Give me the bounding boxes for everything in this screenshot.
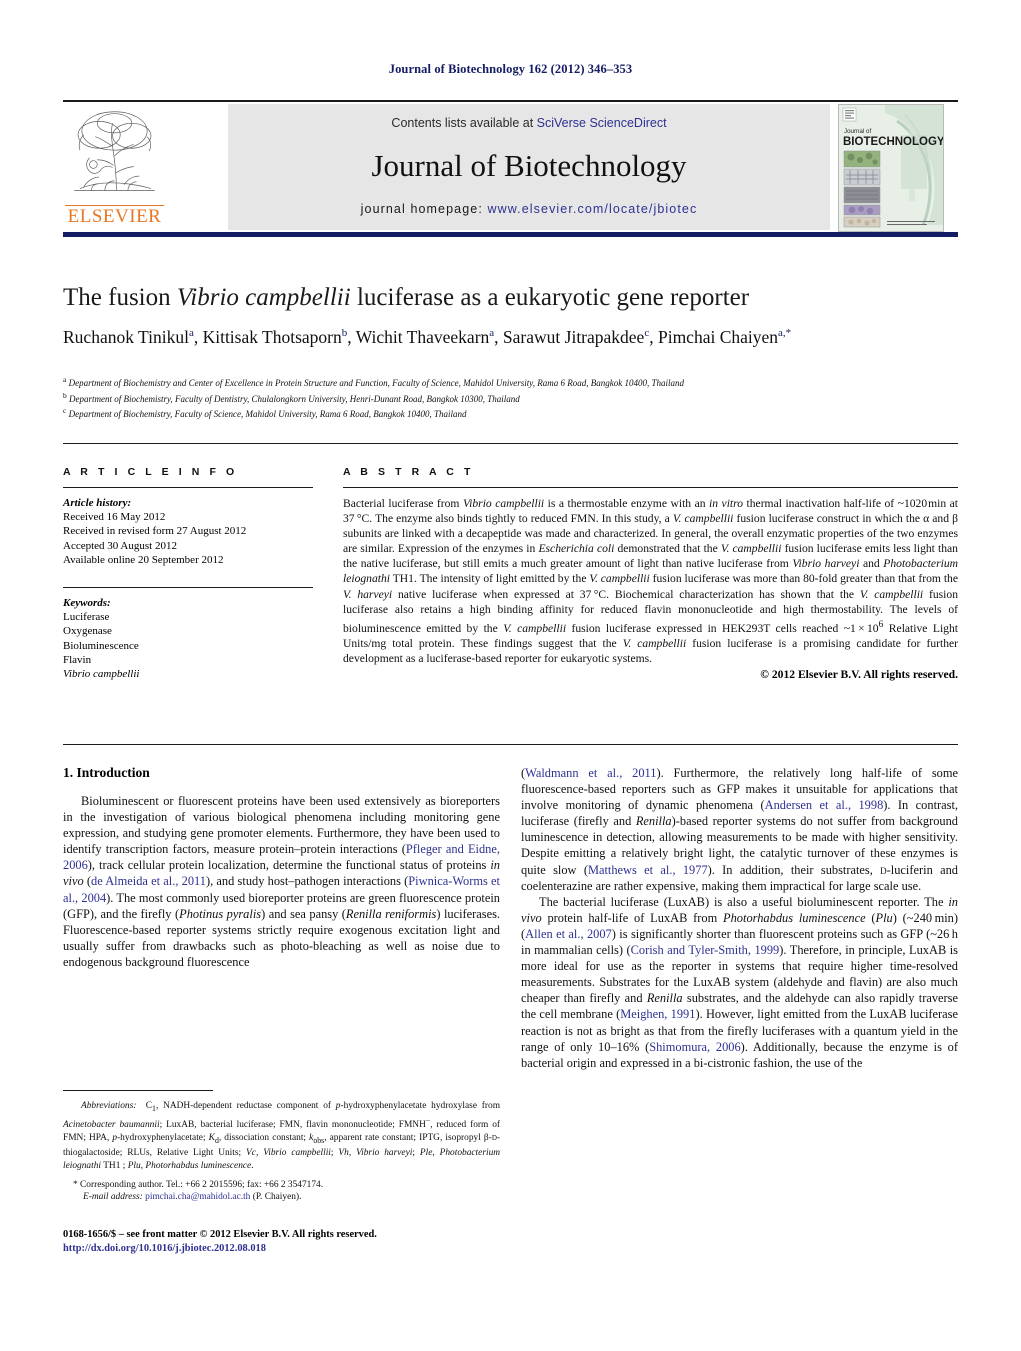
author-name: Ruchanok Tinikul [63, 326, 189, 347]
footnote-block: Abbreviations: C1, NADH-dependent reduct… [63, 1100, 500, 1204]
citation-link[interactable]: Allen et al., 2007 [525, 927, 612, 941]
author-affiliation-marker: a [188, 327, 194, 339]
title-segment-1: The fusion [63, 284, 177, 311]
corresponding-email-note: E-mail address: pimchai.cha@mahidol.ac.t… [63, 1191, 500, 1203]
affiliation-marker: c [63, 406, 67, 416]
affiliation-item: b Department of Biochemistry, Faculty of… [63, 390, 943, 406]
citation-link[interactable]: Andersen et al., 1998 [765, 798, 884, 812]
masthead-top-rule [63, 100, 958, 102]
keyword-item: Vibrio campbellii [63, 668, 140, 681]
svg-text:BIOTECHNOLOGY: BIOTECHNOLOGY [843, 136, 943, 148]
email-label: E-mail address: [83, 1192, 143, 1203]
footer-imprint: 0168-1656/$ – see front matter © 2012 El… [63, 1228, 543, 1256]
body-paragraph: The bacterial luciferase (LuxAB) is also… [521, 894, 959, 1070]
keyword-item: Oxygenase [63, 625, 112, 638]
introduction-heading: 1. Introduction [63, 765, 150, 780]
citation-link[interactable]: Matthews et al., 1977 [588, 863, 708, 877]
elsevier-tree-icon [74, 111, 155, 191]
author-name: Wichit Thaveekarn [355, 326, 490, 347]
cover-art-icon: Journal of BIOTECHNOLOGY [839, 105, 943, 231]
abbreviations-note: Abbreviations: C1, NADH-dependent reduct… [63, 1101, 501, 1171]
article-info-divider [63, 487, 313, 488]
abstract-band-top-rule [63, 443, 958, 444]
keywords-divider [63, 587, 313, 589]
article-history-label: Article history: [63, 497, 132, 509]
citation-link[interactable]: Meighen, 1991 [620, 1007, 695, 1021]
citation-link[interactable]: Shimomura, 2006 [649, 1040, 740, 1054]
sciencedirect-link[interactable]: SciVerse ScienceDirect [537, 116, 667, 130]
contents-prefix: Contents lists available at [391, 116, 537, 130]
issn-line: 0168-1656/$ – see front matter © 2012 El… [63, 1229, 377, 1240]
body-column-right: (Waldmann et al., 2011). Furthermore, th… [521, 765, 958, 1071]
contents-available-line: Contents lists available at SciVerse Sci… [228, 116, 830, 130]
author-name: Pimchai Chaiyen [657, 326, 779, 347]
history-item: Received 16 May 2012 [63, 511, 166, 524]
affiliation-text: Department of Biochemistry and Center of… [68, 378, 685, 388]
article-info-heading: A R T I C L E I N F O [63, 466, 238, 478]
footnote-separator-rule [63, 1090, 213, 1091]
abstract-text: Bacterial luciferase from Vibrio campbel… [343, 497, 959, 665]
history-item: Available online 20 September 2012 [63, 553, 224, 566]
affiliation-marker: a [63, 375, 67, 384]
journal-title: Journal of Biotechnology [371, 148, 687, 183]
keyword-item: Luciferase [63, 611, 110, 624]
page-title: The fusion Vibrio campbellii luciferase … [63, 283, 943, 313]
homepage-prefix: journal homepage: [360, 202, 488, 216]
citation-link[interactable]: de Almeida et al., 2011 [91, 874, 206, 888]
email-owner: (P. Chaiyen). [252, 1192, 302, 1203]
article-history-block: Article history: Received 16 May 2012 Re… [63, 496, 313, 567]
contents-banner: Contents lists available at SciVerse Sci… [228, 104, 830, 230]
journal-homepage-line: journal homepage: www.elsevier.com/locat… [228, 202, 830, 216]
affiliation-list: a Department of Biochemistry and Center … [63, 374, 943, 421]
author-name: Kittisak Thotsaporn [202, 326, 342, 347]
homepage-url-link[interactable]: www.elsevier.com/locate/jbiotec [487, 202, 697, 216]
abbreviations-label: Abbreviations: [81, 1101, 137, 1111]
article-info-column: A R T I C L E I N F O Article history: R… [63, 466, 313, 681]
keywords-label: Keywords: [63, 597, 111, 610]
author-affiliation-marker: c [644, 327, 650, 339]
journal-cover-thumbnail: Journal of BIOTECHNOLOGY [838, 104, 944, 232]
affiliation-item: c Department of Biochemistry, Faculty of… [63, 405, 943, 421]
history-item: Accepted 30 August 2012 [63, 539, 177, 552]
title-species-name: Vibrio campbellii [176, 284, 351, 311]
affiliation-marker: b [63, 390, 67, 400]
history-item: Received in revised form 27 August 2012 [63, 525, 247, 538]
keyword-item: Bioluminescence [63, 639, 139, 652]
elsevier-wordmark: ELSEVIER [67, 206, 162, 227]
citation-link[interactable]: Corish and Tyler-Smith, 1999 [631, 943, 780, 957]
citation-link[interactable]: Pfleger and Eidne, 2006 [63, 842, 500, 872]
affiliation-item: a Department of Biochemistry and Center … [63, 374, 943, 390]
running-head: Journal of Biotechnology 162 (2012) 346–… [388, 62, 633, 76]
svg-text:Journal of: Journal of [844, 128, 871, 135]
abstract-heading: A B S T R A C T [343, 466, 474, 478]
affiliation-text: Department of Biochemistry, Faculty of S… [68, 409, 467, 420]
keyword-item: Flavin [63, 653, 92, 666]
title-segment-2: luciferase as a eukaryotic gene reporter [350, 284, 750, 311]
body-column-left: 1. Introduction Bioluminescent or fluore… [63, 765, 500, 970]
journal-article-page: Journal of Biotechnology 162 (2012) 346–… [0, 0, 1021, 1351]
author-affiliation-marker: a [489, 327, 495, 339]
author-name: Sarawut Jitrapakdee [502, 326, 645, 347]
author-list: Ruchanok Tinikula, Kittisak Thotsapornb,… [63, 326, 792, 347]
masthead-bottom-rule [63, 232, 958, 237]
citation-link[interactable]: Waldmann et al., 2011 [525, 766, 656, 780]
keywords-block: Keywords: Luciferase Oxygenase Biolumine… [63, 596, 313, 681]
abstract-divider [343, 487, 958, 488]
copyright-notice: © 2012 Elsevier B.V. All rights reserved… [760, 667, 958, 681]
affiliation-text: Department of Biochemistry, Faculty of D… [69, 393, 520, 404]
body-paragraph: Bioluminescent or fluorescent proteins h… [63, 794, 501, 969]
corresponding-author-note: * Corresponding author. Tel.: +66 2 2015… [73, 1179, 324, 1190]
author-affiliation-marker: b [341, 327, 348, 339]
body-paragraph: (Waldmann et al., 2011). Furthermore, th… [521, 766, 959, 893]
doi-link[interactable]: http://dx.doi.org/10.1016/j.jbiotec.2012… [63, 1242, 543, 1256]
abstract-column: A B S T R A C T Bacterial luciferase fro… [343, 466, 958, 681]
email-link[interactable]: pimchai.cha@mahidol.ac.th [145, 1192, 250, 1202]
author-affiliation-marker: a,* [778, 327, 792, 339]
elsevier-logo: ELSEVIER [63, 104, 166, 230]
abstract-band-bottom-rule [63, 744, 958, 745]
